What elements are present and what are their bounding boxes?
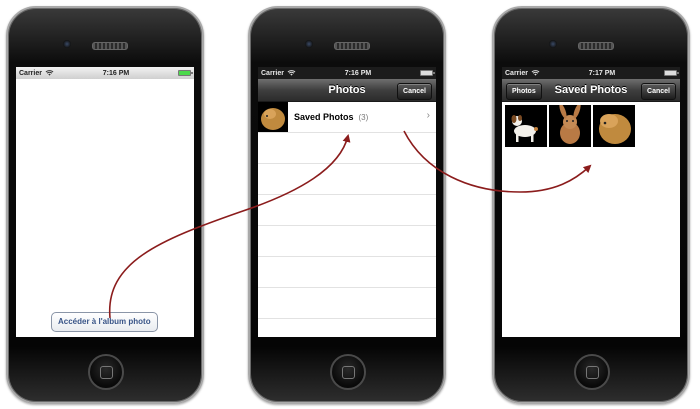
phone-2-screen: Carrier 7:16 PM Photos Cancel Saved Phot… — [258, 67, 436, 337]
photo-thumbnail-hamster[interactable] — [593, 105, 635, 147]
wifi-icon — [287, 70, 296, 76]
list-row — [258, 133, 436, 164]
home-square-icon — [342, 366, 355, 379]
wifi-icon — [45, 70, 54, 76]
front-camera — [63, 40, 71, 48]
speaker-grille — [92, 42, 128, 50]
status-bar: Carrier 7:16 PM — [258, 67, 436, 79]
status-bar: Carrier 7:16 PM — [16, 67, 194, 79]
carrier-label: Carrier — [19, 69, 42, 77]
hamster-thumbnail-image — [261, 108, 285, 130]
home-button[interactable] — [88, 354, 124, 390]
battery-icon — [664, 70, 679, 76]
home-button[interactable] — [574, 354, 610, 390]
chevron-right-icon: › — [426, 110, 430, 121]
navigation-bar: Photos Saved Photos Cancel — [502, 79, 680, 102]
phone-3: Carrier 7:17 PM Photos Saved Photos Canc… — [492, 6, 690, 404]
battery-icon — [178, 70, 193, 76]
phone-3-screen: Carrier 7:17 PM Photos Saved Photos Canc… — [502, 67, 680, 337]
phone-1: Carrier 7:16 PM Accéder à l'album photo — [6, 6, 204, 404]
carrier-label: Carrier — [261, 69, 284, 77]
wifi-icon — [531, 70, 540, 76]
status-time: 7:16 PM — [344, 69, 372, 77]
status-bar: Carrier 7:17 PM — [502, 67, 680, 79]
front-camera — [305, 40, 313, 48]
phone-2: Carrier 7:16 PM Photos Cancel Saved Phot… — [248, 6, 446, 404]
album-count: (3) — [358, 112, 369, 122]
photo-grid — [502, 102, 680, 150]
photo-thumbnail-rabbit[interactable] — [549, 105, 591, 147]
speaker-grille — [334, 42, 370, 50]
status-time: 7:16 PM — [102, 69, 130, 77]
speaker-grille — [578, 42, 614, 50]
phone-1-screen: Carrier 7:16 PM Accéder à l'album photo — [16, 67, 194, 337]
photo-thumbnail-dog[interactable] — [505, 105, 547, 147]
cancel-button[interactable]: Cancel — [641, 83, 676, 100]
carrier-label: Carrier — [505, 69, 528, 77]
navigation-bar: Photos Cancel — [258, 79, 436, 102]
list-row — [258, 195, 436, 226]
list-row — [258, 288, 436, 319]
home-button[interactable] — [330, 354, 366, 390]
cancel-button[interactable]: Cancel — [397, 83, 432, 100]
hamster-image — [599, 114, 631, 144]
album-thumbnail — [258, 102, 288, 132]
album-row-saved-photos[interactable]: Saved Photos (3) › — [258, 102, 436, 133]
front-camera — [549, 40, 557, 48]
dog-image — [511, 115, 538, 142]
list-row — [258, 164, 436, 195]
home-square-icon — [586, 366, 599, 379]
list-row — [258, 226, 436, 257]
rabbit-image — [559, 105, 581, 144]
album-title: Saved Photos — [294, 112, 354, 122]
list-row — [258, 257, 436, 288]
home-square-icon — [100, 366, 113, 379]
open-photo-album-button[interactable]: Accéder à l'album photo — [51, 312, 158, 332]
status-time: 7:17 PM — [588, 69, 616, 77]
battery-icon — [420, 70, 435, 76]
